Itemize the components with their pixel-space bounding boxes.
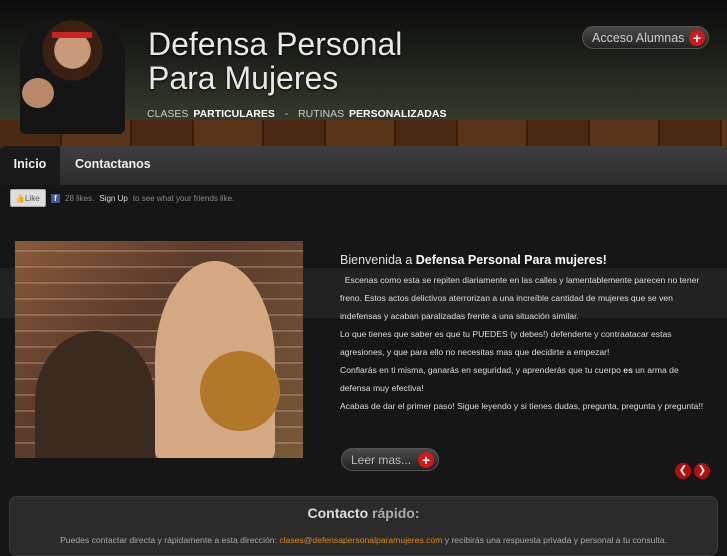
like-suffix: to see what your friends like. [132,193,235,203]
paragraph-text: Escenas como esta se repiten diariamente… [340,275,700,321]
like-count: 28 likes. [65,193,95,203]
welcome-bold: Defensa Personal Para mujeres! [415,253,607,267]
logo-fighter-image [20,18,125,134]
paragraph: Lo que tienes que saber es que tu PUEDES… [340,329,672,357]
contact-email-link[interactable]: clases@defensapersonalparamujeres.com [279,535,442,545]
like-label: Like [24,194,40,203]
main-nav: Inicio Contactanos [0,146,727,185]
contact-text: Puedes contactar directa y rápidamente a… [10,535,717,545]
read-more-button[interactable]: Leer mas... + [341,448,439,471]
facebook-icon: f [51,193,60,203]
plus-icon: + [418,452,434,468]
slide-image [15,241,303,458]
contact-title-light: rápido [372,505,415,521]
tag-sep: - [284,108,289,120]
login-label: Acceso Alumnas [592,31,685,45]
facebook-like-bar: 👍Like f 28 likes. Sign Up to see what yo… [10,189,234,207]
tag-word: PERSONALIZADAS [349,108,447,120]
title-line-2: Para Mujeres [148,60,339,96]
site-title[interactable]: Defensa Personal Para Mujeres [148,27,402,95]
student-login-button[interactable]: Acceso Alumnas + [582,26,709,49]
quick-contact-panel: Contacto rápido: Puedes contactar direct… [9,496,718,556]
contact-title-bold: Contacto [307,505,369,521]
tagline: CLASES PARTICULARES - RUTINAS PERSONALIZ… [147,108,446,120]
contact-text-after: y recibirás una respuesta privada y pers… [444,535,667,545]
paragraph: Acabas de dar el primer paso! Sigue leye… [340,401,704,411]
tab-contactanos[interactable]: Contactanos [75,146,151,185]
prev-slide-icon[interactable]: ❮ [675,463,691,479]
contact-title-colon: : [414,505,420,521]
welcome-heading: Bienvenida a Defensa Personal Para mujer… [340,253,710,267]
contact-title: Contacto rápido: [10,505,717,521]
paragraph-text: Confiarás en ti misma, ganarás en seguri… [340,365,621,375]
paragraph: Escenas como esta se repiten diariamente… [340,271,710,325]
tab-inicio[interactable]: Inicio [0,146,60,185]
welcome-prefix: Bienvenida a [340,253,413,267]
tag-word: CLASES [147,108,189,120]
tag-word: PARTICULARES [193,108,275,120]
contact-text-before: Puedes contactar directa y rápidamente a… [60,535,277,545]
signup-link[interactable]: Sign Up [99,194,127,203]
read-more-label: Leer mas... [351,453,412,467]
like-button[interactable]: 👍Like [10,189,46,207]
title-line-1: Defensa Personal [148,26,403,62]
paragraph-bold: es [623,365,633,375]
plus-icon: + [689,30,705,46]
paragraph: Confiarás en ti misma, ganarás en seguri… [340,361,710,397]
next-slide-icon[interactable]: ❯ [694,463,710,479]
tag-word: RUTINAS [298,108,345,120]
welcome-content: Bienvenida a Defensa Personal Para mujer… [340,253,710,415]
